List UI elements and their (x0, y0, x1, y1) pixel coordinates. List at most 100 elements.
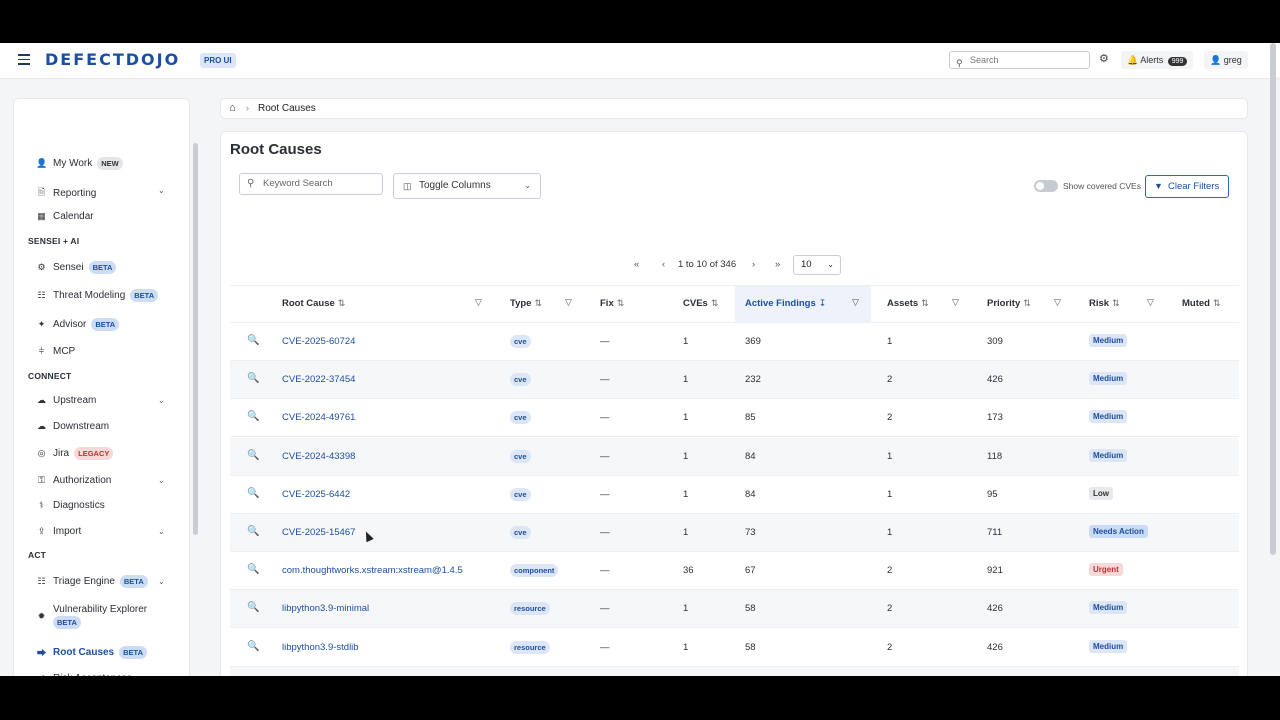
show-covered-cves-toggle[interactable] (1034, 180, 1058, 192)
col-type[interactable]: Type ⇅ (510, 298, 542, 309)
sidebar-item-label: Advisor (53, 319, 87, 330)
alerts-button[interactable]: 🔔 Alerts 999 (1121, 51, 1194, 69)
magnify-icon[interactable]: 🔍 (247, 411, 259, 422)
table-row[interactable]: 🔍 CVE-2025-6442 cve — 1 84 1 95 Low (230, 476, 1239, 514)
clear-filters-button[interactable]: ▼ Clear Filters (1145, 175, 1229, 198)
table-row[interactable]: 🔍 CVE-2024-49761 cve — 1 85 2 173 Medium (230, 399, 1239, 438)
table-row[interactable]: 🔍 libpython3.9-stdlib resource — 1 58 2 426 Medi… (230, 629, 1239, 667)
root-cause-link[interactable]: CVE-2025-15467 (282, 527, 355, 538)
col-cves[interactable]: CVEs ⇅ (683, 298, 718, 309)
home-icon[interactable]: ⌂ (229, 102, 236, 114)
sidebar-item-upstream[interactable]: ☁ Upstream (36, 395, 96, 406)
keyword-search-input[interactable]: ⚲ Keyword Search (239, 173, 383, 195)
sidebar-item-advisor[interactable]: ✦ Advisor BETA (36, 318, 120, 331)
chevron-down-icon[interactable]: ⌄ (158, 186, 165, 195)
table-row[interactable]: 🔍 CVE-2025-15467 cve — 1 73 1 711 Needs Action (230, 514, 1239, 552)
col-priority[interactable]: Priority ⇅ (987, 298, 1031, 309)
sidebar-item-label: Diagnostics (53, 500, 105, 511)
sidebar-section-section_sensei: SENSEI + AI (28, 236, 80, 246)
sidebar-item-risk-acceptances[interactable]: ✔ Risk Acceptances (36, 673, 132, 676)
sidebar-item-calendar[interactable]: ▦ Calendar (36, 211, 93, 222)
search-icon: ⚲ (247, 178, 255, 189)
chevron-down-icon[interactable]: ⌄ (158, 476, 165, 485)
risk-filter-icon[interactable]: ▽ (1147, 297, 1154, 308)
fix-cell: — (600, 412, 610, 424)
root-cause-link[interactable]: libpython3.9-minimal (282, 603, 369, 614)
sidebar-item-threat-modeling[interactable]: ☷ Threat Modeling BETA (36, 289, 159, 302)
table-row[interactable]: 🔍 CVE-2024-43398 cve — 1 84 1 118 Medium (230, 437, 1239, 476)
table-row[interactable]: 🔍 CVE-2025-60724 cve — 1 369 1 309 Medium (230, 323, 1239, 361)
col-muted[interactable]: Muted ⇅ (1182, 298, 1221, 309)
table-row[interactable]: 🔍 libpython3.9-minimal resource — 1 58 2 426 Med… (230, 590, 1239, 629)
magnify-icon[interactable]: 🔍 (247, 450, 259, 461)
fix-cell: — (600, 374, 610, 386)
cves-cell: 36 (683, 565, 694, 577)
root-cause-link[interactable]: com.thoughtworks.xstream:xstream@1.4.5 (282, 565, 463, 576)
col-root-cause[interactable]: Root Cause ⇅ (282, 298, 345, 309)
sidebar-item-sensei[interactable]: ⚙ Sensei BETA (36, 261, 117, 274)
table-row[interactable]: 🔍 CVE-2022-37454 cve — 1 232 2 426 Medium (230, 361, 1239, 400)
chevron-down-icon[interactable]: ⌄ (158, 527, 165, 536)
active-findings-cell: 58 (745, 603, 756, 615)
sidebar-scrollbar[interactable] (193, 143, 198, 535)
sidebar-item-triage-engine[interactable]: ☷ Triage Engine BETA (36, 575, 148, 588)
type-badge: cve (510, 411, 531, 425)
sidebar-item-root-causes[interactable]: ⮕ Root Causes BETA (36, 646, 147, 659)
page-scrollbar[interactable] (1270, 43, 1276, 555)
sidebar-item-import[interactable]: ⇪ Import (36, 526, 82, 537)
risk-badge: Medium (1089, 410, 1128, 424)
magnify-icon[interactable]: 🔍 (247, 641, 259, 652)
root-cause-filter-icon[interactable]: ▽ (475, 297, 482, 308)
user-menu-button[interactable]: 👤 greg (1204, 51, 1248, 69)
root-cause-link[interactable]: CVE-2024-43398 (282, 451, 355, 462)
table-row[interactable]: 🔍python3.9resource—1582426Medium (230, 666, 1239, 676)
next-page-icon[interactable]: › (752, 259, 755, 270)
root-cause-link[interactable]: CVE-2025-6442 (282, 489, 350, 500)
sidebar-item-reporting[interactable]: 🗎 Reporting (36, 185, 96, 201)
priority-filter-icon[interactable]: ▽ (1054, 297, 1061, 308)
sidebar-item-jira[interactable]: ◎ Jira LEGACY (36, 447, 114, 460)
col-active-findings[interactable]: Active Findings ↧ (745, 298, 826, 309)
col-risk[interactable]: Risk ⇅ (1089, 298, 1120, 309)
sidebar-item-vulnerability-explorer[interactable]: ✹ Vulnerability Explorer BETA (36, 603, 163, 629)
global-search-input[interactable]: ⚲ Search (949, 51, 1090, 69)
fix-cell: — (600, 527, 610, 538)
page-size-select[interactable]: 10 ⌄ (793, 255, 841, 275)
first-page-icon[interactable]: « (634, 259, 639, 270)
sidebar-item-downstream[interactable]: ☁ Downstream (36, 421, 109, 432)
toggle-columns-dropdown[interactable]: ◫ Toggle Columns ⌄ (393, 173, 541, 199)
sidebar-item-mcp[interactable]: ⫩ MCP (36, 346, 75, 357)
sidebar-item-authorization[interactable]: ⚿ Authorization (36, 475, 111, 486)
prev-page-icon[interactable]: ‹ (662, 259, 665, 270)
active-findings-filter-icon[interactable]: ▽ (852, 297, 859, 308)
type-badge: resource (510, 640, 550, 654)
settings-gear-icon[interactable]: ⚙ (1099, 52, 1109, 65)
user-icon: 👤 (1210, 55, 1222, 65)
col-assets[interactable]: Assets ⇅ (887, 298, 929, 309)
last-page-icon[interactable]: » (775, 259, 780, 270)
magnify-icon[interactable]: 🔍 (247, 373, 259, 384)
pro-ui-badge[interactable]: PRO UI (200, 53, 236, 68)
sidebar-item-diagnostics[interactable]: ⚕ Diagnostics (36, 500, 105, 511)
magnify-icon[interactable]: 🔍 (247, 488, 259, 499)
priority-cell: 173 (987, 412, 1003, 424)
type-filter-icon[interactable]: ▽ (565, 297, 572, 308)
root-cause-link[interactable]: libpython3.9-stdlib (282, 642, 359, 653)
magnify-icon[interactable]: 🔍 (247, 335, 259, 346)
col-fix[interactable]: Fix ⇅ (600, 298, 624, 309)
hamburger-menu-icon[interactable] (18, 54, 30, 65)
magnify-icon[interactable]: 🔍 (247, 526, 259, 537)
magnify-icon[interactable]: 🔍 (247, 602, 259, 613)
logo[interactable]: DEFECTDOJO (45, 50, 180, 69)
chevron-down-icon[interactable]: ⌄ (158, 577, 165, 586)
sidebar-item-my-work[interactable]: 👤 My Work NEW (36, 157, 123, 170)
assets-filter-icon[interactable]: ▽ (952, 297, 959, 308)
active-findings-cell: 73 (745, 527, 756, 538)
sidebar-item-label: Import (53, 526, 82, 537)
root-cause-link[interactable]: CVE-2024-49761 (282, 412, 355, 423)
chevron-down-icon[interactable]: ⌄ (158, 396, 165, 405)
root-cause-link[interactable]: CVE-2025-60724 (282, 336, 355, 347)
root-cause-link[interactable]: CVE-2022-37454 (282, 374, 355, 385)
table-row[interactable]: 🔍 com.thoughtworks.xstream:xstream@1.4.5 c… (230, 552, 1239, 591)
magnify-icon[interactable]: 🔍 (247, 564, 259, 575)
